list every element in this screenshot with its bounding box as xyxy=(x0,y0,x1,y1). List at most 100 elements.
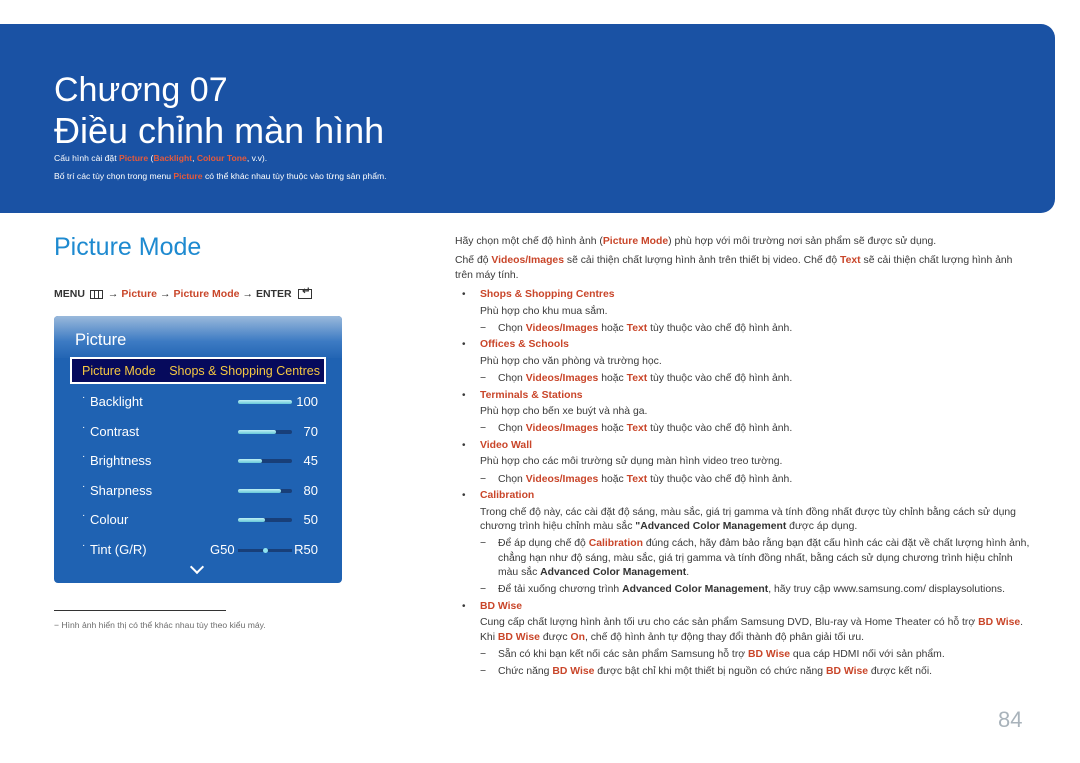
text: tùy thuộc vào chế độ hình ảnh. xyxy=(647,473,793,485)
text: Bố trí các tùy chọn trong menu xyxy=(54,171,174,181)
text: được bật chỉ khi một thiết bị nguồn có c… xyxy=(594,665,826,677)
osd-selected-picture-mode[interactable]: Picture Mode Shops & Shopping Centres xyxy=(70,357,326,384)
intro-paragraph-1: Hãy chọn một chế độ hình ảnh (Picture Mo… xyxy=(455,235,1030,249)
highlight: Videos/Images xyxy=(525,323,599,335)
highlight: Text xyxy=(626,423,648,435)
tint-slider[interactable] xyxy=(238,547,292,553)
osd-row-sharpness[interactable]: · Sharpness 80 xyxy=(54,479,342,503)
osd-slider-fill xyxy=(238,459,263,464)
text: , hãy truy cập www.samsung.com/ displays… xyxy=(768,583,1005,595)
osd-row-brightness[interactable]: · Brightness 45 xyxy=(54,449,342,473)
osd-row-value: 100 xyxy=(296,394,318,409)
menu-path: MENU → Picture → Picture Mode → ENTER xyxy=(54,286,312,300)
text: hoặc xyxy=(598,473,627,485)
chapter-title: Điều chỉnh màn hình xyxy=(54,110,385,151)
highlight: BD Wise xyxy=(825,665,869,677)
picture-osd-menu: Picture Picture Mode Shops & Shopping Ce… xyxy=(54,316,342,583)
dash: − xyxy=(480,473,487,485)
osd-row-colour[interactable]: · Colour 50 xyxy=(54,508,342,532)
mode-item-desc: Phù hợp cho bến xe buýt và nhà ga. xyxy=(480,406,648,418)
highlight: On xyxy=(570,631,585,643)
text: qua cáp HDMI nối với sản phẩm. xyxy=(790,649,945,661)
arrow: → xyxy=(242,288,253,300)
text: hoặc xyxy=(598,373,627,385)
note: − Chọn Videos/Images hoặc Text tùy thuộc … xyxy=(480,372,1030,386)
bullet: • xyxy=(462,389,466,401)
osd-row-contrast[interactable]: · Contrast 70 xyxy=(54,420,342,444)
text: tùy thuộc vào chế độ hình ảnh. xyxy=(647,323,793,335)
bullet: • xyxy=(462,339,466,351)
intro-paragraph-2: Chế độ Videos/Images sẽ cải thiện chất l… xyxy=(455,254,1030,283)
note: − Sẵn có khi bạn kết nối các sản phẩm Sam… xyxy=(480,648,1030,662)
dash: − xyxy=(480,323,487,335)
highlight: BD Wise xyxy=(497,631,540,643)
dash: − xyxy=(480,649,487,661)
menu-path-picture: Picture xyxy=(121,288,158,300)
dash: − xyxy=(480,538,487,550)
highlight-backlight: Backlight xyxy=(153,153,193,163)
mode-item-desc: Phù hợp cho văn phòng và trường học. xyxy=(480,355,662,367)
bullet: · xyxy=(82,480,86,492)
bullet: · xyxy=(82,421,86,433)
text: Hãy chọn một chế độ hình ảnh ( xyxy=(455,236,603,247)
osd-selected-value: Shops & Shopping Centres xyxy=(169,363,320,378)
arrow: → xyxy=(107,288,119,300)
highlight: Calibration xyxy=(588,538,643,550)
text: Chế độ xyxy=(455,255,492,267)
osd-slider[interactable] xyxy=(238,518,292,523)
osd-row-label: Brightness xyxy=(90,453,152,469)
dash: − xyxy=(480,423,487,435)
highlight: Videos/Images xyxy=(525,423,599,435)
enter-icon xyxy=(297,286,312,299)
text: tùy thuộc vào chế độ hình ảnh. xyxy=(647,423,793,435)
text: Chức năng xyxy=(498,665,553,677)
text: ) phù hợp với môi trường nơi sản phẩm sẽ… xyxy=(668,236,937,247)
osd-row-label: Contrast xyxy=(90,423,140,439)
arrow: → xyxy=(160,288,171,300)
bold-text: Advanced Color Management xyxy=(540,567,687,579)
menu-label: MENU xyxy=(54,288,85,300)
chevron-down-icon[interactable] xyxy=(189,559,205,575)
mode-item-title: Offices & Schools xyxy=(480,339,569,351)
mode-item-bd-wise: • BD Wise Cung cấp chất lượng hình ảnh t… xyxy=(455,600,1030,679)
osd-title: Picture xyxy=(75,331,127,349)
osd-row-tint[interactable]: · Tint (G/R) G50 R50 xyxy=(54,538,342,562)
highlight: Text xyxy=(626,373,648,385)
osd-row-value: 70 xyxy=(303,423,318,439)
text: Sẵn có khi bạn kết nối các sản phẩm Sams… xyxy=(498,649,748,661)
mode-item: • Shops & Shopping Centres Phù hợp cho khu… xyxy=(455,288,1030,336)
bold-text: "Advanced Color Management xyxy=(635,520,787,532)
page-number: 84 xyxy=(998,707,1023,732)
menu-path-picture-mode: Picture Mode xyxy=(173,288,240,300)
osd-row-label: Sharpness xyxy=(90,482,153,498)
mode-item-desc: Cung cấp chất lượng hình ảnh tối ưu cho … xyxy=(480,616,1030,645)
note: − Chức năng BD Wise được bật chỉ khi một … xyxy=(480,665,1030,679)
mode-item: • Offices & Schools Phù hợp cho văn phòng … xyxy=(455,338,1030,386)
osd-row-label: Colour xyxy=(90,512,129,528)
note: − Để áp dụng chế độ Calibration đúng cách… xyxy=(480,537,1030,580)
osd-slider-fill xyxy=(238,488,282,493)
osd-row-value: 45 xyxy=(303,453,318,469)
tint-green-value: G50 xyxy=(210,542,235,557)
mode-item-desc: Phù hợp cho khu mua sắm. xyxy=(480,305,608,317)
text: sẽ cải thiện chất lượng hình ảnh trên th… xyxy=(563,255,841,267)
osd-selected-label: Picture Mode xyxy=(82,363,156,378)
bullet: • xyxy=(462,490,466,502)
bullet: • xyxy=(462,289,466,301)
osd-slider[interactable] xyxy=(238,400,292,404)
osd-slider[interactable] xyxy=(238,488,292,493)
osd-row-value: 50 xyxy=(303,512,318,528)
note: − Chọn Videos/Images hoặc Text tùy thuộc … xyxy=(480,473,1030,487)
osd-slider[interactable] xyxy=(238,429,292,434)
osd-slider-fill xyxy=(238,518,265,523)
text: . xyxy=(686,567,690,579)
bold-text: Advanced Color Management xyxy=(622,583,769,595)
osd-row-backlight[interactable]: · Backlight 100 xyxy=(54,390,342,414)
text: hoặc xyxy=(598,423,627,435)
bullet: · xyxy=(82,392,86,403)
bullet: • xyxy=(462,600,466,612)
tint-slider-knob[interactable] xyxy=(262,547,268,553)
osd-slider[interactable] xyxy=(238,459,292,464)
text: Chọn xyxy=(498,473,526,485)
highlight: Text xyxy=(626,473,648,485)
